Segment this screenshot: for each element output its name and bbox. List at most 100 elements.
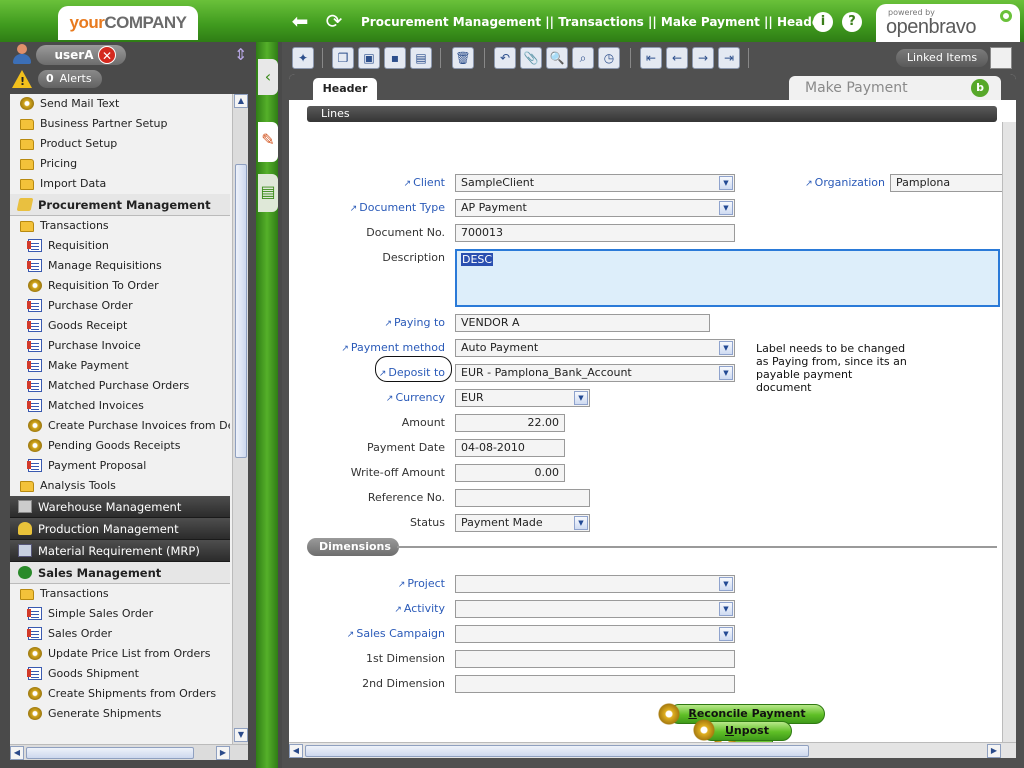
delete-icon[interactable]: 🗑 bbox=[452, 47, 474, 69]
menu-item[interactable]: Update Price List from Orders bbox=[10, 644, 230, 664]
menu-item[interactable]: Send Mail Text bbox=[10, 94, 230, 114]
menu-item[interactable]: Make Payment bbox=[10, 356, 230, 376]
menu-section[interactable]: Procurement Management bbox=[10, 194, 230, 216]
menu-item[interactable]: Pending Goods Receipts bbox=[10, 436, 230, 456]
deposit-to-label[interactable]: Deposit to bbox=[295, 364, 445, 383]
info-icon[interactable]: i bbox=[813, 12, 833, 32]
scroll-left-icon[interactable]: ◀ bbox=[289, 744, 303, 758]
scroll-thumb[interactable] bbox=[235, 164, 247, 458]
paying-to-input[interactable]: VENDOR A bbox=[455, 314, 710, 332]
activity-select[interactable]: ▼ bbox=[455, 600, 735, 618]
menu-item[interactable]: Matched Purchase Orders bbox=[10, 376, 230, 396]
second-dimension-input[interactable] bbox=[455, 675, 735, 693]
activity-label[interactable]: Activity bbox=[295, 600, 445, 619]
currency-label[interactable]: Currency bbox=[295, 389, 445, 408]
document-type-label[interactable]: Document Type bbox=[295, 199, 445, 218]
menu-item[interactable]: Pricing bbox=[10, 154, 230, 174]
scroll-down-icon[interactable]: ▼ bbox=[234, 728, 248, 742]
menu-item[interactable]: Sales Order bbox=[10, 624, 230, 644]
save-next-icon[interactable]: ▤ bbox=[410, 47, 432, 69]
save-icon[interactable]: ▪ bbox=[384, 47, 406, 69]
attachment-icon[interactable]: 📎 bbox=[520, 47, 542, 69]
reference-no-input[interactable] bbox=[455, 489, 590, 507]
menu-item[interactable]: Create Purchase Invoices from Deliveries bbox=[10, 416, 230, 436]
scroll-right-icon[interactable]: ▶ bbox=[987, 744, 1001, 758]
organization-label[interactable]: Organization bbox=[735, 174, 885, 193]
first-record-icon[interactable]: ⇤ bbox=[640, 47, 662, 69]
menu-vertical-scrollbar[interactable]: ▲ ▼ bbox=[232, 94, 248, 744]
grid-view-tab[interactable]: ▤ bbox=[258, 174, 278, 212]
collapse-menu-icon[interactable]: ⇕ bbox=[234, 44, 252, 66]
menu-section[interactable]: Production Management bbox=[10, 518, 230, 540]
client-select[interactable]: SampleClient ▼ bbox=[455, 174, 735, 192]
status-select[interactable]: Payment Made ▼ bbox=[455, 514, 590, 532]
undo-icon[interactable]: ↶ bbox=[494, 47, 516, 69]
client-label[interactable]: Client bbox=[295, 174, 445, 193]
back-arrow-icon[interactable]: ⬅ bbox=[288, 10, 312, 32]
sales-campaign-select[interactable]: ▼ bbox=[455, 625, 735, 643]
linked-items-button[interactable]: Linked Items bbox=[896, 49, 988, 67]
form-view-tab[interactable]: ✎ bbox=[258, 122, 278, 162]
menu-item[interactable]: Business Partner Setup bbox=[10, 114, 230, 134]
menu-item[interactable]: Create Shipments from Orders bbox=[10, 684, 230, 704]
scroll-up-icon[interactable]: ▲ bbox=[234, 94, 248, 108]
copy-record-icon[interactable]: ❐ bbox=[332, 47, 354, 69]
save-new-icon[interactable]: ▣ bbox=[358, 47, 380, 69]
menu-section[interactable]: Sales Management bbox=[10, 562, 230, 584]
menu-section[interactable]: Warehouse Management bbox=[10, 496, 230, 518]
menu-item[interactable]: Transactions bbox=[10, 216, 230, 236]
document-no-input[interactable]: 700013 bbox=[455, 224, 735, 242]
paying-to-label[interactable]: Paying to bbox=[295, 314, 445, 333]
refresh-icon[interactable]: ⟳ bbox=[322, 10, 346, 32]
menu-item[interactable]: Generate Shipments bbox=[10, 704, 230, 724]
project-select[interactable]: ▼ bbox=[455, 575, 735, 593]
menu-item[interactable]: Requisition To Order bbox=[10, 276, 230, 296]
menu-item[interactable]: Product Setup bbox=[10, 134, 230, 154]
menu-item[interactable]: Simple Sales Order bbox=[10, 604, 230, 624]
sales-campaign-label[interactable]: Sales Campaign bbox=[295, 625, 445, 644]
collapse-panel-tab[interactable]: ‹ bbox=[258, 59, 278, 95]
last-record-icon[interactable]: ⇥ bbox=[718, 47, 740, 69]
menu-item[interactable]: Purchase Order bbox=[10, 296, 230, 316]
payment-date-input[interactable]: 04-08-2010 bbox=[455, 439, 565, 457]
menu-item[interactable]: Goods Shipment bbox=[10, 664, 230, 684]
scroll-right-icon[interactable]: ▶ bbox=[216, 746, 230, 760]
menu-item[interactable]: Matched Invoices bbox=[10, 396, 230, 416]
menu-item[interactable]: Goods Receipt bbox=[10, 316, 230, 336]
logout-icon[interactable]: ✕ bbox=[98, 46, 116, 64]
amount-input[interactable]: 22.00 bbox=[455, 414, 565, 432]
menu-item[interactable]: Payment Proposal bbox=[10, 456, 230, 476]
new-record-icon[interactable]: ✦ bbox=[292, 47, 314, 69]
menu-section[interactable]: Material Requirement (MRP) bbox=[10, 540, 230, 562]
help-icon[interactable]: ? bbox=[842, 12, 862, 32]
menu-item[interactable]: Purchase Invoice bbox=[10, 336, 230, 356]
deposit-to-select[interactable]: EUR - Pamplona_Bank_Account ▼ bbox=[455, 364, 735, 382]
menu-item[interactable]: Import Data bbox=[10, 174, 230, 194]
project-label[interactable]: Project bbox=[295, 575, 445, 594]
first-dimension-input[interactable] bbox=[455, 650, 735, 668]
history-icon[interactable]: ◷ bbox=[598, 47, 620, 69]
search-icon[interactable]: 🔍 bbox=[546, 47, 568, 69]
tab-lines[interactable]: Lines bbox=[307, 106, 997, 122]
form-horizontal-scrollbar[interactable]: ◀ ▶ bbox=[289, 742, 1016, 758]
writeoff-amount-input[interactable]: 0.00 bbox=[455, 464, 565, 482]
form-vertical-scrollbar[interactable] bbox=[1002, 122, 1016, 742]
scroll-left-icon[interactable]: ◀ bbox=[10, 746, 24, 760]
menu-item[interactable]: Manage Requisitions bbox=[10, 256, 230, 276]
menu-horizontal-scrollbar[interactable]: ◀ ▶ bbox=[10, 744, 248, 760]
tab-header[interactable]: Header bbox=[313, 78, 377, 100]
dimensions-section-header[interactable]: Dimensions bbox=[307, 538, 399, 556]
menu-item[interactable]: Requisition bbox=[10, 236, 230, 256]
currency-select[interactable]: EUR ▼ bbox=[455, 389, 590, 407]
advanced-search-icon[interactable]: ⌕ bbox=[572, 47, 594, 69]
document-type-select[interactable]: AP Payment ▼ bbox=[455, 199, 735, 217]
menu-item[interactable]: Analysis Tools bbox=[10, 476, 230, 496]
scroll-thumb[interactable] bbox=[305, 745, 809, 757]
next-record-icon[interactable]: → bbox=[692, 47, 714, 69]
payment-method-select[interactable]: Auto Payment ▼ bbox=[455, 339, 735, 357]
previous-record-icon[interactable]: ← bbox=[666, 47, 688, 69]
alerts-button[interactable]: 0 Alerts bbox=[38, 70, 102, 88]
scroll-thumb[interactable] bbox=[26, 747, 194, 759]
description-textarea[interactable]: DESC bbox=[455, 249, 1000, 307]
linked-items-icon[interactable] bbox=[990, 47, 1012, 69]
